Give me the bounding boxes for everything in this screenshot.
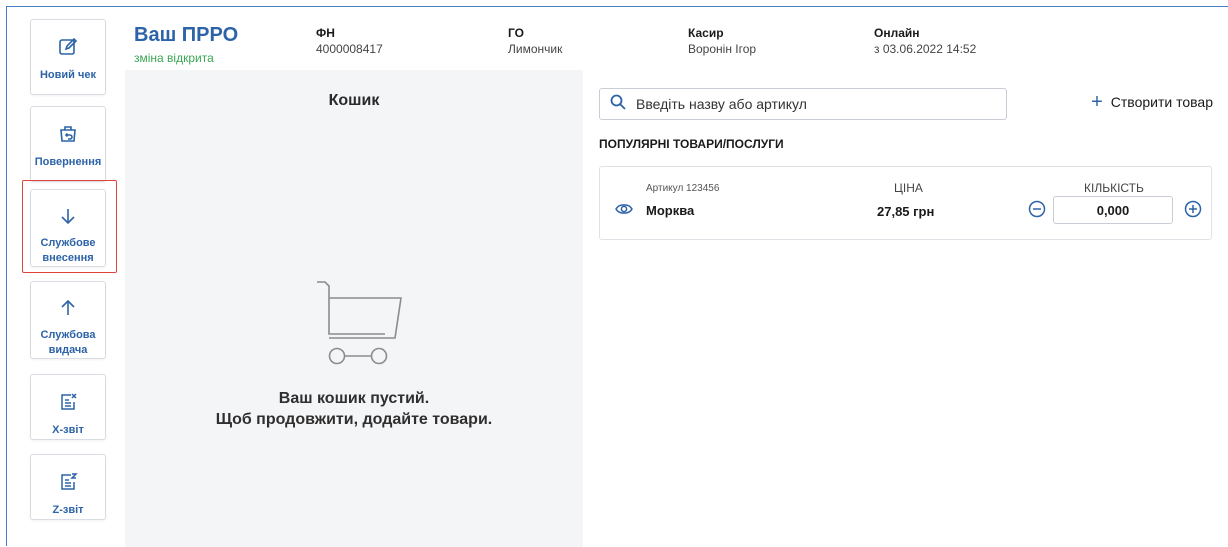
cart-title: Кошик (328, 92, 380, 109)
edit-icon (55, 34, 81, 60)
empty-cart-icon (315, 276, 405, 377)
create-product-button[interactable]: + Створити товар (1091, 91, 1213, 113)
z-report-icon (55, 469, 81, 495)
online-value: з 03.06.2022 14:52 (874, 42, 977, 56)
new-receipt-button[interactable]: Новий чек (30, 19, 106, 95)
service-deposit-button[interactable]: Службове внесення (30, 189, 106, 267)
fn-label: ФН (316, 26, 335, 40)
price-header: ЦІНА (894, 181, 923, 195)
shift-status: зміна відкрита (134, 51, 214, 65)
x-report-button[interactable]: X-звіт (30, 374, 106, 440)
search-input[interactable] (634, 95, 988, 113)
sidebar-item-label: Новий чек (39, 69, 96, 81)
empty-cart-line2: Щоб продовжити, додайте товари. (215, 411, 493, 428)
popular-section-title: ПОПУЛЯРНІ ТОВАРИ/ПОСЛУГИ (599, 137, 784, 151)
minus-circle-icon[interactable] (1028, 200, 1046, 223)
online-label: Онлайн (874, 26, 920, 40)
plus-icon: + (1091, 91, 1103, 113)
product-sku: Артикул 123456 (646, 183, 720, 194)
app-title: Ваш ПРРО (134, 24, 239, 46)
return-basket-icon (55, 121, 81, 147)
products-panel: + Створити товар ПОПУЛЯРНІ ТОВАРИ/ПОСЛУГ… (583, 70, 1228, 547)
app-frame: Новий чек Повернення Службове внесення С… (6, 6, 1228, 547)
product-price: 27,85 грн (877, 204, 935, 219)
return-button[interactable]: Повернення (30, 106, 106, 182)
go-label: ГО (508, 26, 524, 40)
empty-cart-message: Ваш кошик пустий. Щоб продовжити, додайт… (125, 388, 583, 430)
fn-value: 4000008417 (316, 42, 383, 56)
sidebar: Новий чек Повернення Службове внесення С… (8, 8, 124, 546)
z-report-button[interactable]: Z-звіт (30, 454, 106, 520)
plus-circle-icon[interactable] (1184, 200, 1202, 223)
create-product-label: Створити товар (1110, 94, 1213, 110)
arrow-up-icon (55, 296, 81, 320)
product-card[interactable]: Артикул 123456 Морква ЦІНА 27,85 грн КІЛ… (599, 166, 1212, 240)
cashier-label: Касир (688, 26, 724, 40)
quantity-header: КІЛЬКІСТЬ (1084, 181, 1144, 195)
cashier-info: Касир Воронін Ігор (688, 26, 756, 56)
cart-panel: Кошик Ваш кошик пустий. Щоб продовжити, … (125, 70, 583, 547)
sidebar-item-label: Повернення (34, 156, 102, 168)
quantity-input[interactable] (1053, 196, 1173, 224)
arrow-down-icon (55, 204, 81, 228)
x-report-icon (55, 389, 81, 415)
go-info: ГО Лимончик (508, 26, 562, 56)
empty-cart-line1: Ваш кошик пустий. (278, 390, 430, 407)
go-value: Лимончик (508, 42, 563, 56)
search-box[interactable] (599, 88, 1007, 120)
service-withdrawal-button[interactable]: Службова видача (30, 281, 106, 359)
sidebar-item-label: Службова видача (40, 329, 96, 356)
online-info: Онлайн з 03.06.2022 14:52 (874, 26, 976, 56)
sidebar-item-label: Службове внесення (40, 237, 96, 264)
eye-icon[interactable] (615, 202, 633, 221)
sidebar-item-label: X-звіт (52, 424, 84, 436)
product-name: Морква (646, 203, 695, 218)
cashier-value: Воронін Ігор (688, 42, 757, 56)
sidebar-item-label: Z-звіт (52, 504, 84, 516)
search-icon (610, 94, 626, 115)
header-bar: Ваш ПРРО зміна відкрита ФН 4000008417 ГО… (125, 8, 1228, 70)
fn-info: ФН 4000008417 (316, 26, 383, 56)
